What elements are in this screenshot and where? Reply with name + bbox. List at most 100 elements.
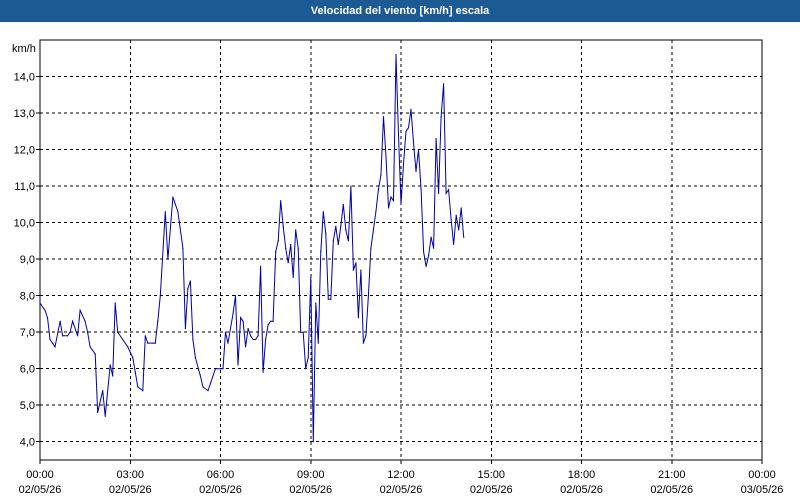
data-point — [367, 295, 369, 297]
y-tick-label: 7,0 — [20, 327, 35, 339]
data-point — [392, 200, 395, 202]
data-point — [267, 324, 269, 326]
x-tick-date: 02/05/26 — [289, 484, 332, 496]
data-point — [355, 262, 357, 264]
data-point — [382, 116, 385, 118]
data-point — [302, 331, 304, 333]
data-point — [352, 269, 354, 271]
data-point — [67, 335, 69, 337]
data-point — [92, 349, 94, 351]
x-tick-time: 06:00 — [207, 469, 235, 481]
x-tick-time: 21:00 — [658, 469, 686, 481]
data-point — [142, 390, 144, 392]
data-point — [46, 317, 49, 319]
data-point — [310, 276, 312, 278]
data-point — [317, 342, 319, 344]
data-point — [104, 415, 106, 417]
data-point — [117, 331, 119, 333]
data-point — [54, 346, 56, 348]
data-point — [262, 371, 264, 373]
data-point — [62, 335, 64, 337]
data-point — [255, 338, 257, 341]
data-point — [380, 174, 382, 176]
data-point — [132, 357, 134, 359]
y-tick-label: 13,0 — [14, 108, 35, 120]
data-point — [240, 317, 242, 319]
data-point — [227, 342, 229, 344]
data-point — [312, 441, 314, 443]
data-point — [39, 302, 41, 304]
y-tick-label: 12,0 — [14, 145, 35, 157]
data-point — [297, 247, 299, 249]
data-point — [300, 331, 302, 333]
data-point — [245, 346, 247, 348]
data-point — [350, 185, 352, 187]
data-point — [325, 233, 327, 235]
x-tick-date: 02/05/26 — [380, 484, 423, 496]
data-point — [445, 192, 447, 194]
data-point — [450, 218, 452, 220]
data-point — [423, 251, 425, 253]
data-point — [219, 368, 222, 370]
data-point — [280, 200, 282, 202]
x-tick-date: 02/05/26 — [109, 484, 152, 496]
data-point — [277, 240, 279, 242]
data-point — [232, 313, 234, 315]
data-point — [410, 108, 412, 110]
data-point — [122, 338, 124, 341]
wind-speed-chart: 4,0 5,0 6,0 7,0 8,0 9,0 10,0 11,0 12,0 13,0 14,0 km… — [12, 39, 784, 496]
data-point — [460, 207, 462, 209]
data-point — [337, 243, 339, 246]
data-point — [428, 254, 430, 257]
data-point — [159, 295, 161, 297]
data-point — [430, 236, 432, 238]
y-tick-label: 8,0 — [20, 291, 35, 303]
data-point — [112, 375, 114, 377]
data-point — [84, 320, 86, 322]
data-point — [252, 338, 254, 341]
data-point — [285, 247, 287, 249]
data-point — [443, 83, 445, 85]
y-tick-label: 14,0 — [14, 72, 35, 84]
x-tick-time: 12:00 — [387, 469, 415, 481]
x-tick-time: 18:00 — [568, 469, 596, 481]
data-point — [224, 331, 227, 333]
data-point — [342, 203, 344, 205]
x-tick-time: 00:00 — [748, 469, 776, 481]
data-point — [332, 240, 334, 242]
data-point — [433, 247, 435, 249]
data-point — [387, 207, 390, 209]
y-tick-label: 4,0 — [20, 437, 35, 449]
x-tick-date: 02/05/26 — [650, 484, 693, 496]
x-tick-date: 03/05/26 — [741, 484, 784, 496]
grid — [40, 40, 762, 460]
data-point — [59, 320, 61, 322]
data-point — [395, 54, 397, 56]
data-point — [417, 149, 420, 151]
data-point — [127, 346, 129, 348]
data-point — [157, 320, 159, 322]
y-axis-label: km/h — [12, 43, 36, 55]
x-tick-time: 09:00 — [297, 469, 325, 481]
data-point — [275, 251, 277, 253]
data-point — [370, 247, 372, 249]
data-point — [147, 342, 149, 344]
data-point — [282, 225, 284, 227]
x-tick-time: 03:00 — [116, 469, 144, 481]
data-point — [420, 189, 422, 191]
data-point — [357, 317, 359, 319]
data-point — [187, 287, 189, 289]
data-point — [94, 353, 96, 355]
data-point — [425, 265, 427, 267]
data-point — [320, 251, 322, 253]
data-point — [164, 211, 166, 213]
data-point — [72, 320, 74, 322]
x-tick-date: 02/05/26 — [199, 484, 242, 496]
data-point — [305, 368, 307, 370]
x-tick-date: 02/05/26 — [470, 484, 513, 496]
data-point — [435, 138, 437, 140]
data-point — [295, 229, 297, 231]
data-point — [438, 192, 440, 194]
data-point — [102, 390, 104, 392]
data-point — [397, 134, 400, 136]
